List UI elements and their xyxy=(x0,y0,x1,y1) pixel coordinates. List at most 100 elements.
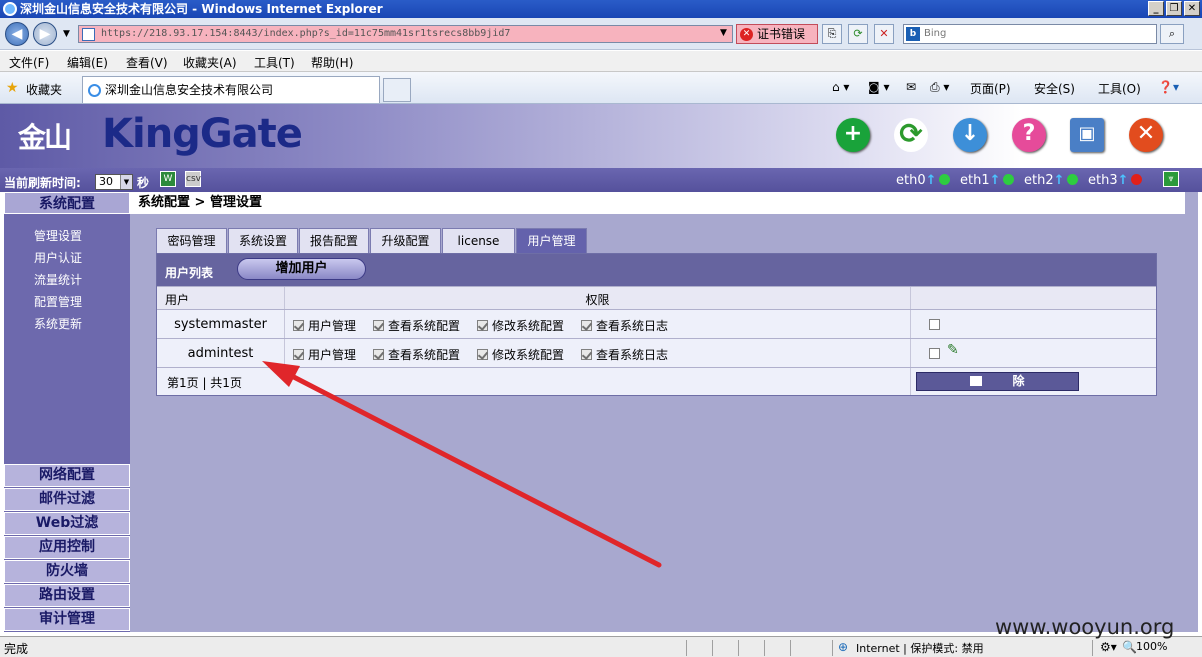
delete-glyph-icon xyxy=(970,376,983,386)
tools-menu[interactable]: 工具(O) xyxy=(1098,80,1141,97)
tab-upgrade-config[interactable]: 升级配置 xyxy=(370,228,441,253)
perm-cell: 用户管理 查看系统配置 修改系统配置 查看系统日志 xyxy=(285,310,911,338)
sidebar-item-system-update[interactable]: 系统更新 xyxy=(34,315,82,332)
menu-favorites[interactable]: 收藏夹(A) xyxy=(183,54,237,71)
checkbox[interactable] xyxy=(929,348,940,359)
sidebar-item-config-mgmt[interactable]: 配置管理 xyxy=(34,293,82,310)
menu-file[interactable]: 文件(F) xyxy=(9,54,49,71)
print-icon[interactable]: ⎙ ▾ xyxy=(930,80,949,95)
checkbox[interactable] xyxy=(293,349,304,360)
refresh-select[interactable]: 30 ▼ xyxy=(95,174,133,190)
help-icon[interactable]: ? xyxy=(1012,118,1046,152)
search-input[interactable]: b Bing xyxy=(903,24,1157,44)
minimize-button[interactable]: _ xyxy=(1148,1,1164,16)
sidebar-group-web-filter[interactable]: Web过滤 xyxy=(4,512,130,535)
tab-license[interactable]: license xyxy=(442,228,515,253)
eth1-status: eth1↑ xyxy=(960,173,1016,188)
perm-view-logs[interactable]: 查看系统日志 xyxy=(581,317,668,334)
panel-title: 用户列表 xyxy=(165,266,214,280)
sidebar-item-traffic-stats[interactable]: 流量统计 xyxy=(34,271,82,288)
perm-view-config[interactable]: 查看系统配置 xyxy=(373,317,460,334)
row-select-checkbox[interactable] xyxy=(929,318,944,332)
sidebar-group-mail-filter[interactable]: 邮件过滤 xyxy=(4,488,130,511)
tab-password[interactable]: 密码管理 xyxy=(156,228,227,253)
browser-tab[interactable]: 深圳金山信息安全技术有限公司 xyxy=(82,76,380,103)
menu-help[interactable]: 帮助(H) xyxy=(311,54,353,71)
search-icon[interactable]: ⌕ xyxy=(1160,24,1184,44)
tab-user-management[interactable]: 用户管理 xyxy=(516,228,587,253)
compat-view-icon[interactable]: ⎘ xyxy=(822,24,842,44)
menu-view[interactable]: 查看(V) xyxy=(126,54,168,71)
table-row: systemmaster 用户管理 查看系统配置 修改系统配置 查看系统日志 xyxy=(157,309,1156,338)
url-dropdown-icon[interactable]: ▼ xyxy=(720,28,727,38)
excel-icon[interactable]: W xyxy=(160,171,176,187)
perm-modify-config[interactable]: 修改系统配置 xyxy=(477,317,564,334)
checkbox[interactable] xyxy=(477,320,488,331)
mail-icon[interactable]: ✉ xyxy=(906,80,916,94)
cert-error-button[interactable]: ✕ 证书错误 xyxy=(736,24,818,44)
checkbox[interactable] xyxy=(581,320,592,331)
back-button[interactable]: ◀ xyxy=(5,22,29,46)
perm-view-config[interactable]: 查看系统配置 xyxy=(373,346,460,363)
menu-tools[interactable]: 工具(T) xyxy=(254,54,295,71)
add-user-button[interactable]: 增加用户 xyxy=(237,258,366,280)
page-menu[interactable]: 页面(P) xyxy=(970,80,1011,97)
zoom-level[interactable]: 100% xyxy=(1136,640,1167,653)
sidebar-item-admin-settings[interactable]: 管理设置 xyxy=(34,227,82,244)
checkbox[interactable] xyxy=(373,349,384,360)
security-zone[interactable]: Internet | 保护模式: 禁用 xyxy=(856,640,984,656)
address-input[interactable]: https://218.93.17.154:8443/index.php?s_i… xyxy=(78,25,733,43)
table-header-row: 用户 权限 xyxy=(157,286,1156,309)
perm-user-mgmt[interactable]: 用户管理 xyxy=(293,317,356,334)
checkbox[interactable] xyxy=(373,320,384,331)
perm-view-logs[interactable]: 查看系统日志 xyxy=(581,346,668,363)
sidebar-group-network[interactable]: 网络配置 xyxy=(4,464,130,487)
eth1-led-icon xyxy=(1002,174,1014,185)
zone-settings-icon[interactable]: ⚙▾ xyxy=(1100,640,1117,654)
maximize-button[interactable]: ❐ xyxy=(1166,1,1182,16)
sidebar-group-routing[interactable]: 路由设置 xyxy=(4,584,130,607)
new-tab-button[interactable] xyxy=(383,78,411,102)
tab-report-config[interactable]: 报告配置 xyxy=(299,228,369,253)
add-icon[interactable]: + xyxy=(836,118,870,152)
delete-button[interactable]: 除 xyxy=(916,372,1079,391)
network-icon[interactable]: ▣ xyxy=(1070,118,1104,152)
edit-icon[interactable]: ✎ xyxy=(947,342,959,358)
sidebar-group-system[interactable]: 系统配置 xyxy=(4,192,130,214)
eth2-label: eth2 xyxy=(1024,173,1054,188)
help-menu-icon[interactable]: ❓▾ xyxy=(1158,80,1179,94)
download-icon[interactable]: ↓ xyxy=(953,118,987,152)
tab-ie-icon xyxy=(88,84,101,97)
csv-icon[interactable]: csv xyxy=(185,171,201,187)
checkbox[interactable] xyxy=(581,349,592,360)
user-name: systemmaster xyxy=(157,310,285,338)
checkbox[interactable] xyxy=(477,349,488,360)
sidebar-group-firewall[interactable]: 防火墙 xyxy=(4,560,130,583)
safety-menu[interactable]: 安全(S) xyxy=(1034,80,1075,97)
forward-button[interactable]: ▶ xyxy=(33,22,57,46)
sidebar-group-audit[interactable]: 审计管理 xyxy=(4,608,130,631)
collapse-icon[interactable]: ⩔ xyxy=(1163,171,1179,187)
close-icon[interactable]: ✕ xyxy=(1129,118,1163,152)
checkbox[interactable] xyxy=(929,319,940,330)
checkbox[interactable] xyxy=(293,320,304,331)
app-header: 金山 KingGate + ⟳ ↓ ? ▣ ✕ xyxy=(0,104,1202,168)
address-toolbar: ◀ ▶ ▼ https://218.93.17.154:8443/index.p… xyxy=(0,18,1202,50)
favorites-button[interactable]: 收藏夹 xyxy=(26,81,62,98)
close-window-button[interactable]: ✕ xyxy=(1184,1,1200,16)
zoom-icon[interactable]: 🔍 xyxy=(1122,640,1137,654)
home-icon[interactable]: ⌂ ▾ xyxy=(832,80,849,94)
stop-icon[interactable]: ✕ xyxy=(874,24,894,44)
refresh-icon[interactable]: ⟳ xyxy=(894,118,928,152)
tab-system-settings[interactable]: 系统设置 xyxy=(228,228,298,253)
refresh-page-icon[interactable]: ⟳ xyxy=(848,24,868,44)
dropdown-arrow-icon: ▼ xyxy=(120,175,132,189)
menu-edit[interactable]: 编辑(E) xyxy=(67,54,108,71)
sidebar-group-app-control[interactable]: 应用控制 xyxy=(4,536,130,559)
perm-user-mgmt[interactable]: 用户管理 xyxy=(293,346,356,363)
row-select-checkbox[interactable] xyxy=(929,347,944,361)
history-dropdown-icon[interactable]: ▼ xyxy=(63,29,70,39)
sidebar-item-user-auth[interactable]: 用户认证 xyxy=(34,249,82,266)
perm-modify-config[interactable]: 修改系统配置 xyxy=(477,346,564,363)
feeds-icon[interactable]: ◙ ▾ xyxy=(868,80,889,94)
